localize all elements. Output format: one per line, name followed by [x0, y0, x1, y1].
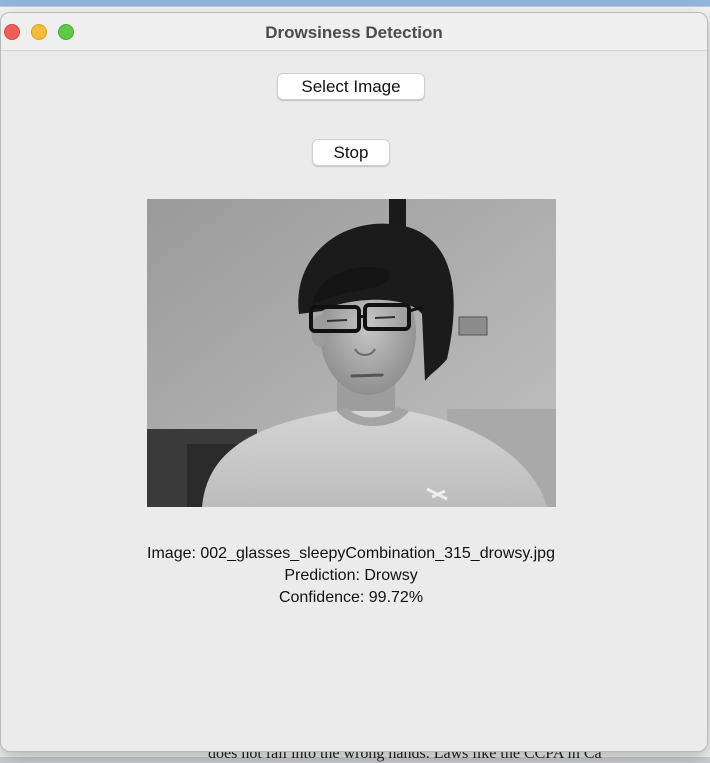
stop-button[interactable]: Stop [312, 139, 390, 166]
window-title: Drowsiness Detection [265, 23, 443, 42]
result-image-name: Image: 002_glasses_sleepyCombination_315… [147, 545, 555, 562]
title-bar: Drowsiness Detection [1, 13, 707, 51]
result-prediction: Prediction: Drowsy [284, 567, 418, 584]
app-window: Drowsiness Detection Select Image Stop I… [0, 12, 708, 752]
result-confidence: Confidence: 99.72% [278, 589, 424, 606]
preview-image [147, 199, 556, 507]
select-image-button[interactable]: Select Image [277, 73, 425, 100]
